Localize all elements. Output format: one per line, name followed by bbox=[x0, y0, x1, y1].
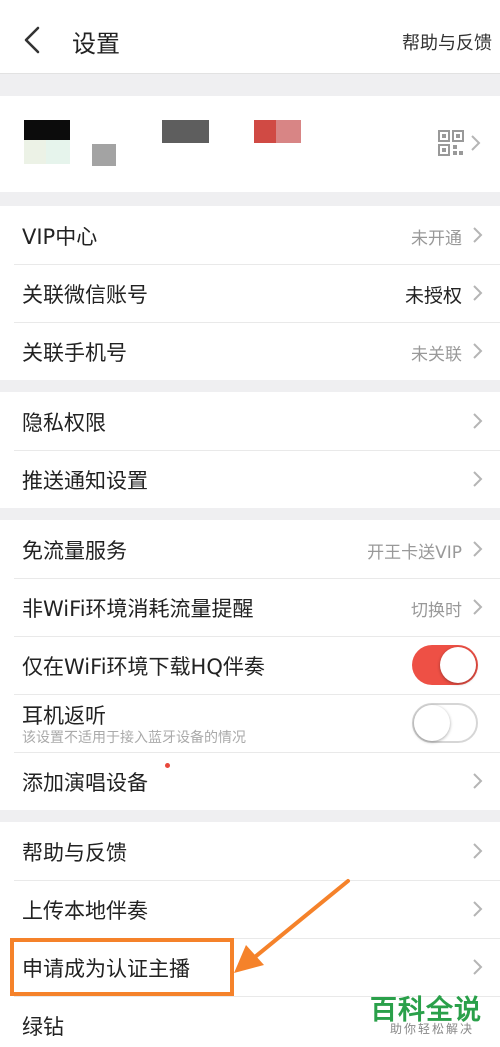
chevron-right-icon bbox=[472, 226, 484, 244]
watermark-subtitle: 助你轻松解决 bbox=[389, 1022, 474, 1036]
annotation-highlight-box bbox=[10, 938, 234, 996]
privacy-permissions-row[interactable]: 隐私权限 bbox=[0, 392, 500, 451]
redacted-avatar bbox=[46, 140, 70, 164]
row-label: 非WiFi环境消耗流量提醒 bbox=[22, 597, 254, 621]
row-label: 添加演唱设备 bbox=[22, 771, 148, 795]
account-section: VIP中心 未开通 关联微信账号 未授权 关联手机号 未关联 bbox=[0, 206, 500, 380]
row-subtitle: 该设置不适用于接入蓝牙设备的情况 bbox=[22, 730, 246, 746]
watermark-logo: 百科全说 助你轻松解决 bbox=[370, 988, 486, 1044]
chevron-right-icon bbox=[472, 470, 484, 488]
vip-center-row[interactable]: VIP中心 未开通 bbox=[0, 206, 500, 265]
push-notification-row[interactable]: 推送通知设置 bbox=[0, 450, 500, 508]
wifi-hq-toggle[interactable] bbox=[412, 645, 478, 685]
row-label: 隐私权限 bbox=[22, 411, 106, 435]
profile-card[interactable] bbox=[0, 96, 500, 192]
redacted-badge bbox=[276, 120, 301, 143]
redacted-name bbox=[92, 144, 116, 166]
page-title: 设置 bbox=[72, 30, 120, 58]
new-badge-dot bbox=[165, 763, 170, 768]
row-label: 关联微信账号 bbox=[22, 283, 148, 307]
row-label: 耳机返听 bbox=[22, 704, 106, 728]
help-feedback-link[interactable]: 帮助与反馈 bbox=[402, 29, 492, 55]
back-arrow-icon[interactable] bbox=[14, 22, 50, 58]
row-value: 未开通 bbox=[411, 229, 462, 249]
wifi-only-hq-download-row: 仅在WiFi环境下载HQ伴奏 bbox=[0, 636, 500, 695]
redacted-avatar bbox=[24, 140, 46, 164]
network-section: 免流量服务 开王卡送VIP 非WiFi环境消耗流量提醒 切换时 仅在WiFi环境… bbox=[0, 520, 500, 810]
headphone-monitor-toggle[interactable] bbox=[412, 703, 478, 743]
chevron-right-icon bbox=[471, 135, 481, 151]
header-bar: 设置 帮助与反馈 bbox=[0, 0, 500, 74]
free-data-service-row[interactable]: 免流量服务 开王卡送VIP bbox=[0, 520, 500, 579]
chevron-right-icon bbox=[472, 900, 484, 918]
non-wifi-reminder-row[interactable]: 非WiFi环境消耗流量提醒 切换时 bbox=[0, 578, 500, 637]
chevron-right-icon bbox=[472, 342, 484, 360]
row-label: 上传本地伴奏 bbox=[22, 899, 148, 923]
chevron-right-icon bbox=[472, 598, 484, 616]
row-label: 关联手机号 bbox=[22, 341, 127, 365]
headphone-monitor-row: 耳机返听 该设置不适用于接入蓝牙设备的情况 bbox=[0, 694, 500, 753]
row-label: 仅在WiFi环境下载HQ伴奏 bbox=[22, 655, 265, 679]
wechat-link-row[interactable]: 关联微信账号 未授权 bbox=[0, 264, 500, 323]
row-value: 未关联 bbox=[411, 345, 462, 365]
chevron-right-icon bbox=[472, 842, 484, 860]
add-singing-device-row[interactable]: 添加演唱设备 bbox=[0, 752, 500, 810]
row-label: 免流量服务 bbox=[22, 539, 127, 563]
row-value: 未授权 bbox=[404, 285, 462, 307]
chevron-right-icon bbox=[472, 540, 484, 558]
redacted-avatar bbox=[24, 120, 70, 140]
row-value: 切换时 bbox=[411, 601, 462, 621]
chevron-right-icon bbox=[472, 772, 484, 790]
row-label: 帮助与反馈 bbox=[22, 841, 127, 865]
annotation-arrow-icon bbox=[234, 879, 350, 973]
chevron-right-icon bbox=[472, 958, 484, 976]
help-feedback-row[interactable]: 帮助与反馈 bbox=[0, 822, 500, 881]
row-value: 开王卡送VIP bbox=[367, 543, 462, 563]
redacted-badge bbox=[254, 120, 276, 143]
chevron-right-icon bbox=[472, 284, 484, 302]
chevron-right-icon bbox=[472, 412, 484, 430]
row-label: VIP中心 bbox=[22, 225, 98, 249]
redacted-name bbox=[162, 120, 209, 143]
qrcode-icon[interactable] bbox=[438, 130, 464, 156]
phone-link-row[interactable]: 关联手机号 未关联 bbox=[0, 322, 500, 380]
row-label: 绿钻 bbox=[22, 1015, 64, 1039]
privacy-section: 隐私权限 推送通知设置 bbox=[0, 392, 500, 508]
row-label: 推送通知设置 bbox=[22, 469, 148, 493]
